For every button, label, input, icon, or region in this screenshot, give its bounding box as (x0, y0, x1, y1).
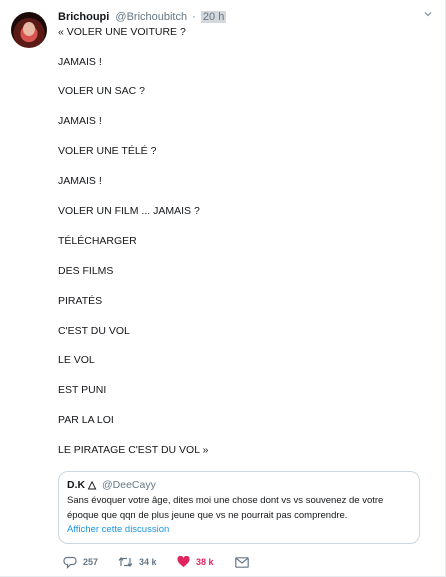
tweet-line: JAMAIS ! (58, 56, 102, 68)
tweet-line: DES FILMS (58, 265, 114, 277)
retweet-count: 34 k (139, 557, 157, 567)
timestamp[interactable]: 20 h (200, 11, 227, 23)
tweet-line: TÉLÉCHARGER (58, 235, 137, 247)
tweet-line: EST PUNI (58, 384, 107, 396)
retweet-icon (118, 556, 133, 568)
tweet-header: Brichoupi @Brichoubitch · 20 h (58, 9, 227, 25)
tweet-line: JAMAIS ! (58, 115, 102, 127)
tweet-line: LE PIRATAGE C'EST DU VOL » (58, 444, 209, 456)
tweet-line: PIRATÉS (58, 295, 103, 307)
quoted-tweet-text: Sans évoquer votre âge, dites moi une ch… (67, 495, 384, 521)
quoted-tweet[interactable]: D.K △ @DeeCayy Sans évoquer votre âge, d… (58, 471, 420, 544)
like-button[interactable]: 38 k (177, 554, 214, 570)
like-count: 38 k (196, 557, 214, 567)
tweet: Brichoupi @Brichoubitch · 20 h « VOLER U… (0, 0, 446, 577)
retweet-button[interactable]: 34 k (118, 554, 157, 570)
tweet-line: PAR LA LOI (58, 414, 114, 426)
tweet-actions: 257 34 k 38 k (58, 554, 418, 570)
quoted-tweet-header: D.K △ @DeeCayy (67, 478, 156, 492)
show-thread-link[interactable]: Afficher cette discussion (67, 523, 169, 537)
reply-count: 257 (83, 557, 99, 567)
quoted-author-handle: @DeeCayy (102, 479, 156, 491)
author-name[interactable]: Brichoupi (58, 11, 109, 23)
direct-message-button[interactable] (235, 554, 249, 570)
tweet-line: JAMAIS ! (58, 175, 102, 187)
separator: · (192, 11, 196, 23)
tweet-line: LE VOL (58, 354, 95, 366)
quoted-author-name: D.K △ (67, 479, 97, 491)
avatar[interactable] (11, 12, 47, 48)
tweet-line: C'EST DU VOL (58, 325, 130, 337)
tweet-line: VOLER UN FILM ... JAMAIS ? (58, 205, 200, 217)
tweet-line: « VOLER UNE VOITURE ? (58, 26, 186, 38)
message-icon (235, 556, 249, 568)
tweet-line: VOLER UN SAC ? (58, 85, 145, 97)
reply-button[interactable]: 257 (63, 554, 98, 570)
tweet-line: VOLER UNE TÉLÉ ? (58, 145, 157, 157)
reply-icon (63, 556, 77, 569)
author-handle[interactable]: @Brichoubitch (115, 11, 187, 23)
chevron-down-icon[interactable] (421, 9, 435, 21)
heart-icon (177, 556, 190, 568)
